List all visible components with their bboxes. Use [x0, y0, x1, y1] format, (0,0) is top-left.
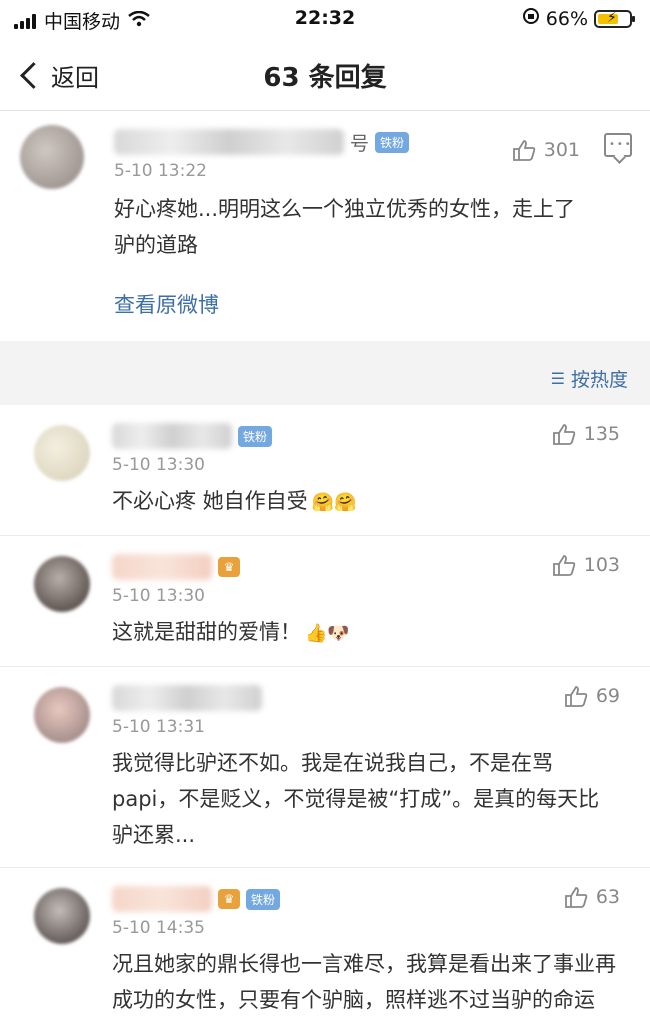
post-text: 好心疼她...明明这么一个独立优秀的女性，走上了驴的道路: [114, 197, 576, 257]
reply-item: ♛ 铁粉 5-10 14:35 况且她家的鼎长得也一言难尽，我算是看出来了事业再…: [0, 868, 650, 1032]
reply-text: 况且她家的鼎长得也一言难尽，我算是看出来了事业再成功的女性，只要有个驴脑，照样逃…: [112, 952, 616, 1012]
battery-icon: ⚡: [594, 9, 635, 28]
avatar[interactable]: [34, 556, 90, 612]
thumbs-up-icon: [564, 686, 588, 707]
thumbs-up-icon: [512, 140, 535, 161]
like-button[interactable]: 103: [552, 554, 620, 576]
reply-item: 5-10 13:31 我觉得比驴还不如。我是在说我自己，不是在骂papi，不是贬…: [0, 667, 650, 868]
page-title: 63 条回复: [263, 63, 387, 93]
thumbs-up-icon: [564, 887, 588, 908]
comment-icon[interactable]: •••: [604, 133, 632, 157]
thumbs-up-icon: [552, 424, 575, 445]
reply-text: 我觉得比驴还不如。我是在说我自己，不是在骂papi，不是贬义，不觉得是被“打成”…: [112, 751, 600, 847]
user-name-blurred[interactable]: [112, 886, 212, 912]
like-count: 69: [595, 685, 620, 707]
like-button[interactable]: 135: [552, 423, 620, 445]
thumbs-up-icon: [552, 555, 575, 576]
sort-icon: ☰: [550, 369, 565, 388]
user-name-tail: 号: [350, 132, 370, 155]
emoji: 👍🐶: [305, 623, 350, 644]
fan-badge: 铁粉: [238, 425, 273, 447]
like-count: 301: [543, 139, 580, 161]
avatar[interactable]: [34, 687, 90, 743]
like-count: 135: [583, 423, 620, 445]
user-name-row: [112, 681, 630, 715]
orientation-lock-icon: [522, 7, 540, 30]
like-button[interactable]: 69: [564, 685, 620, 707]
reply-text: 这就是甜甜的爱情！ 👍🐶: [112, 614, 630, 652]
reply-time: 5-10 13:30: [112, 455, 205, 475]
crown-icon: ♛: [218, 557, 240, 577]
reply-time: 5-10 13:31: [112, 717, 205, 737]
like-count: 103: [583, 554, 620, 576]
reply-time: 5-10 13:30: [112, 586, 205, 606]
view-original-link[interactable]: 查看原微博: [114, 289, 630, 319]
avatar[interactable]: [34, 888, 90, 944]
battery-percent: 66%: [545, 7, 588, 30]
fan-badge: 铁粉: [375, 131, 410, 153]
fan-badge: 铁粉: [246, 888, 281, 910]
user-name-blurred[interactable]: [112, 423, 232, 449]
reply-list: 铁粉 5-10 13:30 不必心疼 她自作自受 🤗🤗 135 ♛ 5-10 13…: [0, 405, 650, 1032]
crown-icon: ♛: [218, 889, 240, 909]
nav-bar: 返回 63 条回复: [0, 40, 650, 111]
user-name-blurred[interactable]: [112, 685, 262, 711]
reply-time: 5-10 14:35: [112, 918, 205, 938]
reply-text-body: 不必心疼 她自作自受: [112, 489, 308, 513]
reply-item: 铁粉 5-10 13:30 不必心疼 她自作自受 🤗🤗 135: [0, 405, 650, 536]
post-time: 5-10 13:22: [114, 161, 207, 181]
like-button[interactable]: 301: [512, 139, 580, 161]
user-name-blurred[interactable]: [112, 554, 212, 580]
like-button[interactable]: 63: [564, 886, 620, 908]
emoji: 🤗🤗: [311, 492, 357, 513]
avatar[interactable]: [20, 125, 84, 189]
user-name-blurred[interactable]: [114, 129, 344, 155]
status-right: 66% ⚡: [522, 7, 635, 30]
user-name-row: ♛ 铁粉: [112, 882, 630, 916]
reply-item: ♛ 5-10 13:30 这就是甜甜的爱情！ 👍🐶 103: [0, 536, 650, 667]
main-post: 号 铁粉 5-10 13:22 好心疼她...明明这么一个独立优秀的女性，走上了…: [0, 111, 650, 353]
reply-text: 不必心疼 她自作自受 🤗🤗: [112, 483, 630, 521]
avatar[interactable]: [34, 425, 90, 481]
reply-text-body: 这就是甜甜的爱情！: [112, 620, 301, 644]
status-bar: 中国移动 22:32 66% ⚡: [0, 0, 650, 40]
sort-button[interactable]: ☰ 按热度: [551, 365, 628, 392]
like-count: 63: [595, 886, 620, 908]
sort-label: 按热度: [570, 369, 628, 391]
sort-bar: ☰ 按热度: [0, 353, 650, 405]
